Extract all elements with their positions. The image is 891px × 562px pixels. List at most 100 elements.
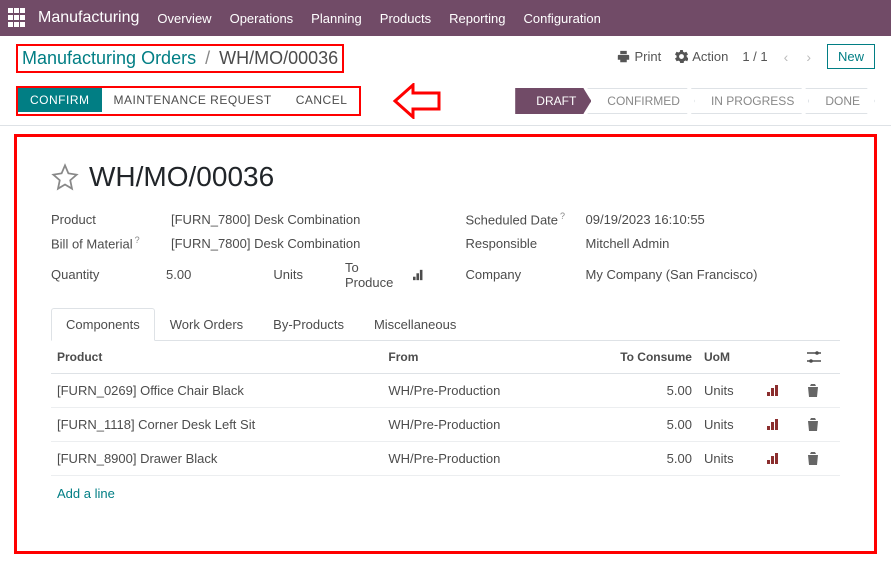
- tab-miscellaneous[interactable]: Miscellaneous: [359, 308, 471, 341]
- button-status-row: CONFIRM MAINTENANCE REQUEST CANCEL DRAFT…: [0, 77, 891, 126]
- print-button[interactable]: Print: [617, 49, 661, 64]
- quantity-value[interactable]: 5.00: [166, 267, 191, 282]
- field-quantity: Quantity 5.00 Units To Produce: [51, 260, 426, 290]
- new-button[interactable]: New: [827, 44, 875, 69]
- cell-product[interactable]: [FURN_0269] Office Chair Black: [51, 373, 382, 407]
- menu-operations[interactable]: Operations: [230, 11, 294, 26]
- field-company: Company My Company (San Francisco): [466, 260, 841, 290]
- quantity-uom[interactable]: Units: [273, 267, 303, 282]
- star-icon[interactable]: [51, 163, 79, 191]
- subheader: Manufacturing Orders / WH/MO/00036 Print…: [0, 36, 891, 73]
- breadcrumb-link[interactable]: Manufacturing Orders: [22, 48, 196, 68]
- cell-to-consume[interactable]: 5.00: [603, 373, 698, 407]
- help-icon[interactable]: ?: [560, 211, 565, 221]
- cell-product[interactable]: [FURN_8900] Drawer Black: [51, 441, 382, 475]
- company-value[interactable]: My Company (San Francisco): [586, 267, 758, 282]
- pager-prev[interactable]: ‹: [782, 49, 791, 65]
- delete-icon[interactable]: [807, 452, 819, 465]
- menu-overview[interactable]: Overview: [157, 11, 211, 26]
- delete-icon[interactable]: [807, 418, 819, 431]
- product-label: Product: [51, 212, 171, 227]
- menu-products[interactable]: Products: [380, 11, 431, 26]
- breadcrumb-separator: /: [205, 48, 210, 68]
- form-area: WH/MO/00036 Product [FURN_7800] Desk Com…: [14, 134, 877, 554]
- print-icon: [617, 50, 630, 63]
- company-label: Company: [466, 267, 586, 282]
- add-line-button[interactable]: Add a line: [51, 476, 121, 511]
- tab-components[interactable]: Components: [51, 308, 155, 341]
- field-product: Product [FURN_7800] Desk Combination: [51, 211, 426, 227]
- status-draft[interactable]: DRAFT: [515, 88, 591, 114]
- arrow-left-icon: [391, 83, 441, 119]
- col-settings: [801, 341, 840, 374]
- scheduled-value[interactable]: 09/19/2023 16:10:55: [586, 212, 705, 227]
- delete-icon[interactable]: [807, 384, 819, 397]
- responsible-label: Responsible: [466, 236, 586, 251]
- help-icon[interactable]: ?: [135, 235, 140, 245]
- apps-icon[interactable]: [8, 8, 28, 28]
- components-table: Product From To Consume UoM [FURN_0269] …: [51, 341, 840, 476]
- forecast-icon[interactable]: [767, 453, 781, 464]
- col-product: Product: [51, 341, 382, 374]
- cell-from[interactable]: WH/Pre-Production: [382, 373, 603, 407]
- tab-work-orders[interactable]: Work Orders: [155, 308, 258, 341]
- table-row[interactable]: [FURN_8900] Drawer Black WH/Pre-Producti…: [51, 441, 840, 475]
- action-button[interactable]: Action: [675, 49, 728, 64]
- confirm-button[interactable]: CONFIRM: [18, 88, 102, 112]
- app-brand[interactable]: Manufacturing: [38, 9, 139, 27]
- breadcrumb-current: WH/MO/00036: [219, 48, 338, 68]
- header-actions: Print Action 1 / 1 ‹ › New: [617, 44, 875, 69]
- statusbar: DRAFT CONFIRMED IN PROGRESS DONE: [515, 88, 875, 114]
- pager-next[interactable]: ›: [804, 49, 813, 65]
- cell-uom[interactable]: Units: [698, 407, 761, 441]
- bom-value[interactable]: [FURN_7800] Desk Combination: [171, 236, 360, 251]
- cell-to-consume[interactable]: 5.00: [603, 441, 698, 475]
- title-row: WH/MO/00036: [51, 161, 840, 193]
- col-to-consume: To Consume: [603, 341, 698, 374]
- chart-icon[interactable]: [413, 269, 425, 281]
- record-title: WH/MO/00036: [89, 161, 274, 193]
- action-buttons-group: CONFIRM MAINTENANCE REQUEST CANCEL: [16, 86, 361, 116]
- forecast-icon[interactable]: [767, 419, 781, 430]
- quantity-label: Quantity: [51, 267, 166, 282]
- field-bom: Bill of Material? [FURN_7800] Desk Combi…: [51, 235, 426, 251]
- table-row[interactable]: [FURN_0269] Office Chair Black WH/Pre-Pr…: [51, 373, 840, 407]
- tab-by-products[interactable]: By-Products: [258, 308, 359, 341]
- to-produce-label: To Produce: [345, 260, 402, 290]
- gear-icon: [675, 50, 688, 63]
- maintenance-request-button[interactable]: MAINTENANCE REQUEST: [102, 88, 284, 112]
- responsible-value[interactable]: Mitchell Admin: [586, 236, 670, 251]
- status-done[interactable]: DONE: [805, 88, 875, 114]
- table-row[interactable]: [FURN_1118] Corner Desk Left Sit WH/Pre-…: [51, 407, 840, 441]
- menu-reporting[interactable]: Reporting: [449, 11, 505, 26]
- forecast-icon[interactable]: [767, 385, 781, 396]
- topbar: Manufacturing Overview Operations Planni…: [0, 0, 891, 36]
- tabs: Components Work Orders By-Products Misce…: [51, 308, 840, 341]
- settings-icon[interactable]: [807, 351, 821, 363]
- field-responsible: Responsible Mitchell Admin: [466, 235, 841, 251]
- cell-to-consume[interactable]: 5.00: [603, 407, 698, 441]
- breadcrumb: Manufacturing Orders / WH/MO/00036: [16, 44, 344, 73]
- bom-label: Bill of Material?: [51, 235, 171, 251]
- scheduled-label: Scheduled Date?: [466, 211, 586, 227]
- table-header-row: Product From To Consume UoM: [51, 341, 840, 374]
- table-body: [FURN_0269] Office Chair Black WH/Pre-Pr…: [51, 373, 840, 475]
- cancel-button[interactable]: CANCEL: [284, 88, 360, 112]
- pager: 1 / 1: [742, 49, 767, 64]
- cell-from[interactable]: WH/Pre-Production: [382, 441, 603, 475]
- cell-product[interactable]: [FURN_1118] Corner Desk Left Sit: [51, 407, 382, 441]
- annotation-arrow: [391, 83, 441, 119]
- fields-grid: Product [FURN_7800] Desk Combination Sch…: [51, 211, 840, 290]
- product-value[interactable]: [FURN_7800] Desk Combination: [171, 212, 360, 227]
- menu-planning[interactable]: Planning: [311, 11, 362, 26]
- cell-uom[interactable]: Units: [698, 441, 761, 475]
- col-from: From: [382, 341, 603, 374]
- cell-from[interactable]: WH/Pre-Production: [382, 407, 603, 441]
- menu-configuration[interactable]: Configuration: [523, 11, 600, 26]
- status-confirmed[interactable]: CONFIRMED: [587, 88, 695, 114]
- status-in-progress[interactable]: IN PROGRESS: [691, 88, 809, 114]
- col-forecast: [761, 341, 800, 374]
- col-uom: UoM: [698, 341, 761, 374]
- cell-uom[interactable]: Units: [698, 373, 761, 407]
- field-scheduled-date: Scheduled Date? 09/19/2023 16:10:55: [466, 211, 841, 227]
